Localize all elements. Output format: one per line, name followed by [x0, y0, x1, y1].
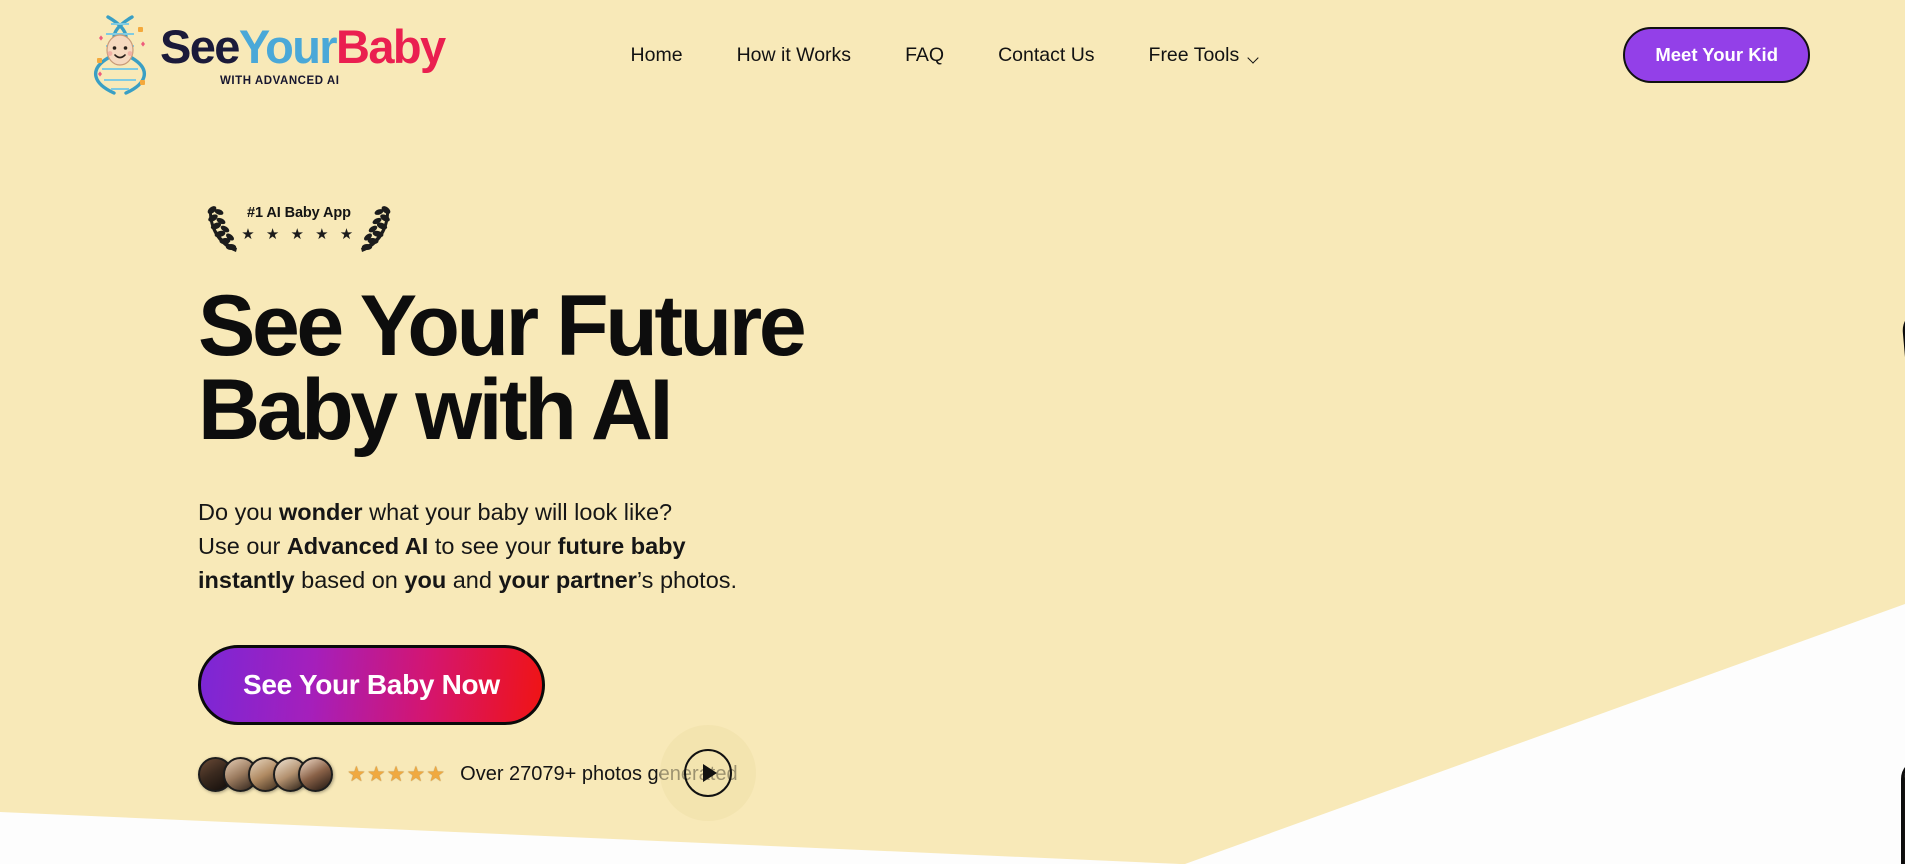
parent-photo-male[interactable]	[1900, 290, 1905, 620]
copy-text: to see your	[428, 532, 558, 559]
copy-text: based on	[294, 567, 405, 594]
site-header: SeeYourBaby WITH ADVANCED AI Home How it…	[0, 0, 1905, 110]
page-title-line-1: See Your Future	[198, 278, 807, 374]
hero-description: Do you wonder what your baby will look l…	[198, 495, 818, 598]
nav-label: How it Works	[736, 43, 852, 66]
nav-label: Free Tools	[1148, 43, 1240, 66]
generated-kid-photo[interactable]	[1901, 759, 1905, 864]
main-navigation: Home How it Works FAQ Contact Us Free To…	[631, 44, 1261, 67]
see-your-baby-now-button[interactable]: See Your Baby Now	[198, 645, 545, 726]
award-badge: #1 AI Baby App ★ ★ ★ ★ ★	[206, 188, 392, 260]
copy-emphasis: future baby	[557, 532, 686, 559]
avatar	[298, 757, 333, 793]
copy-line-2: Use our Advanced AI to see your future b…	[198, 529, 818, 563]
nav-item-home[interactable]: Home	[631, 44, 683, 67]
nav-item-free-tools[interactable]: Free Tools	[1149, 44, 1261, 67]
copy-emphasis: wonder	[279, 498, 363, 525]
brand-word-your: Your	[238, 19, 338, 73]
copy-emphasis: you	[404, 567, 447, 594]
dna-baby-logo-icon	[92, 14, 150, 96]
laurel-left-icon	[207, 206, 237, 252]
nav-label: FAQ	[905, 43, 945, 66]
nav-label: Contact Us	[998, 43, 1095, 66]
laurel-right-icon	[361, 206, 391, 252]
copy-line-1: Do you wonder what your baby will look l…	[198, 495, 818, 529]
copy-emphasis: your partner	[498, 567, 637, 594]
copy-line-3: instantly based on you and your partner’…	[198, 563, 818, 597]
brand-logo[interactable]: SeeYourBaby WITH ADVANCED AI	[92, 14, 446, 96]
play-icon[interactable]	[684, 749, 732, 798]
hero-content-column: #1 AI Baby App ★ ★ ★ ★ ★ See Your Future…	[198, 110, 898, 864]
social-proof-row: ★★★★★ Over 27079+ photos generated	[198, 725, 898, 822]
copy-text: and	[446, 567, 499, 594]
copy-emphasis: Advanced AI	[286, 532, 429, 559]
copy-text: ’s photos.	[636, 567, 738, 594]
copy-emphasis: instantly	[198, 567, 295, 594]
copy-text: Use our	[198, 532, 287, 559]
play-triangle	[703, 764, 717, 783]
avatar-group	[198, 757, 333, 793]
badge-title: #1 AI Baby App	[247, 204, 351, 221]
brand-wordmark: SeeYourBaby WITH ADVANCED AI	[160, 19, 446, 88]
rating-stars: ★★★★★	[347, 763, 447, 787]
copy-text: Do you	[198, 498, 279, 525]
brand-word-baby: Baby	[336, 19, 446, 73]
meet-your-kid-button[interactable]: Meet Your Kid	[1623, 27, 1810, 83]
video-play-halo	[660, 725, 756, 822]
badge-stars: ★ ★ ★ ★ ★	[241, 226, 357, 244]
chevron-down-icon	[1249, 54, 1260, 61]
hero-section: #1 AI Baby App ★ ★ ★ ★ ★ See Your Future…	[0, 110, 1905, 864]
brand-tagline: WITH ADVANCED AI	[220, 74, 340, 87]
brand-word-see: See	[160, 19, 240, 73]
hero-collage	[898, 110, 1905, 864]
nav-item-faq[interactable]: FAQ	[905, 44, 944, 67]
nav-item-contact-us[interactable]: Contact Us	[998, 44, 1094, 67]
page-title: See Your Future Baby with AI	[198, 278, 838, 459]
copy-text: what your baby will look like?	[362, 498, 673, 525]
nav-item-how-it-works[interactable]: How it Works	[737, 44, 852, 67]
nav-label: Home	[630, 43, 683, 66]
page-title-line-2: Baby with AI	[198, 362, 673, 459]
